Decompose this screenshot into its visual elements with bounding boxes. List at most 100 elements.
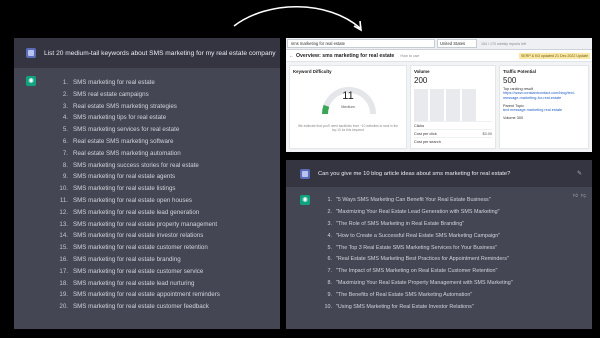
list-item-text: "The Impact of SMS Marketing on Real Est… xyxy=(336,268,498,275)
list-item-text: "Maximizing Your Real Estate Property Ma… xyxy=(336,280,513,287)
back-arrow-icon[interactable]: ← xyxy=(289,53,294,59)
list-item: 8. "Maximizing Your Real Estate Property … xyxy=(320,278,513,290)
list-item-number: 12. xyxy=(59,208,68,216)
keyword-search-input[interactable]: sms marketing for real estate xyxy=(287,39,435,48)
list-item-text: SMS marketing for real estate agents xyxy=(73,173,176,181)
list-item: 20. SMS marketing for real estate custome… xyxy=(48,301,220,313)
list-item: 11. SMS marketing for real estate open ho… xyxy=(48,195,220,207)
list-item-number: 13. xyxy=(59,220,68,228)
list-item: 15. SMS marketing for real estate custome… xyxy=(48,242,220,254)
metric-cards: Keyword Difficulty 11 Medium We estimate… xyxy=(286,62,592,152)
list-item-text: SMS marketing services for real estate xyxy=(73,126,180,134)
parent-topic-volume: Volume 300 xyxy=(503,116,524,120)
volume-bar xyxy=(446,89,460,121)
feedback-buttons: 👍︎ 👎︎ xyxy=(573,193,586,199)
list-item: 1. SMS marketing for real estate xyxy=(48,77,220,89)
list-item: 4. "How to Create a Successful Real Estat… xyxy=(320,231,513,243)
pencil-icon[interactable]: ✎ xyxy=(577,170,582,177)
list-item-number: 4. xyxy=(62,114,68,122)
country-select[interactable]: United States xyxy=(437,39,477,48)
list-item-number: 14. xyxy=(59,232,68,240)
keyword-list: 1. SMS marketing for real estate 2. SMS rea… xyxy=(48,77,220,313)
list-item-text: "The Benefits of Real Estate SMS Marketi… xyxy=(336,292,473,299)
list-item: 14. SMS marketing for real estate investo… xyxy=(48,230,220,242)
list-item-text: SMS marketing for real estate customer s… xyxy=(73,267,204,275)
blog-ideas-list: 1. "5 Ways SMS Marketing Can Benefit Your… xyxy=(320,195,513,314)
list-item-number: 11. xyxy=(59,196,68,204)
volume-metric-row: Cost per click $3.00 xyxy=(414,129,492,137)
list-item-number: 20. xyxy=(59,303,68,311)
overview-title: Overview: sms marketing for real estate xyxy=(296,52,395,59)
assistant-answer: ✺ 1. SMS marketing for real estate 2. SMS r… xyxy=(14,68,280,313)
openai-logo-icon: ✺ xyxy=(26,76,36,86)
list-item: 10. SMS marketing for real estate listing… xyxy=(48,183,220,195)
user-prompt-row: Can you give me 10 blog article ideas ab… xyxy=(286,160,592,187)
list-item-text: Real estate SMS marketing software xyxy=(73,137,174,145)
user-avatar xyxy=(300,168,310,179)
kd-note: We estimate that you'll need backlinks f… xyxy=(297,124,399,132)
list-item: 6. "Real Estate SMS Marketing Best Practi… xyxy=(320,254,513,266)
list-item-number: 5. xyxy=(327,244,333,251)
list-item: 3. "The Role of SMS Marketing in Real Est… xyxy=(320,219,513,231)
traffic-potential-card: Traffic Potential 500 Top ranking result… xyxy=(499,65,589,149)
keywords-chat-panel: List 20 medium-tail keywords about SMS m… xyxy=(14,38,280,329)
list-item: 7. Real estate SMS marketing automation xyxy=(48,148,220,160)
list-item-text: SMS marketing for real estate lead nurtu… xyxy=(73,279,195,287)
list-item: 7. "The Impact of SMS Marketing on Real E… xyxy=(320,266,513,278)
seo-tool-panel: sms marketing for real estate United Sta… xyxy=(286,38,592,152)
list-item-text: SMS marketing tips for real estate xyxy=(73,114,167,122)
update-badge[interactable]: SERP & KD updated 21 Dec 2022 Update xyxy=(518,52,590,59)
thumbs-up-icon[interactable]: 👍︎ xyxy=(573,193,578,199)
list-item: 9. "The Benefits of Real Estate SMS Marke… xyxy=(320,290,513,302)
list-item-number: 1. xyxy=(62,79,68,86)
list-item-text: Real estate SMS marketing strategies xyxy=(73,102,177,110)
parent-topic-link[interactable]: text message marketing real estate xyxy=(503,108,585,113)
list-item-number: 18. xyxy=(59,279,68,287)
metric-value: $3.00 xyxy=(482,132,492,136)
list-item: 4. SMS marketing tips for real estate xyxy=(48,112,220,124)
list-item-text: "The Role of SMS Marketing in Real Estat… xyxy=(336,220,465,227)
list-item-number: 9. xyxy=(327,292,333,299)
list-item-number: 19. xyxy=(59,291,68,299)
list-item-number: 2. xyxy=(327,208,333,215)
list-item: 2. "Maximizing Your Real Estate Lead Gene… xyxy=(320,207,513,219)
list-item-text: SMS marketing for real estate lead gener… xyxy=(73,208,200,216)
list-item-text: SMS marketing for real estate appointmen… xyxy=(73,291,220,299)
list-item: 3. Real estate SMS marketing strategies xyxy=(48,101,220,113)
list-item-text: "5 Ways SMS Marketing Can Benefit Your R… xyxy=(336,197,491,203)
top-result-link[interactable]: https://www.constantcontact.com/blog/tex… xyxy=(503,91,585,101)
list-item-text: SMS marketing for real estate customer f… xyxy=(73,303,209,311)
openai-logo-icon: ✺ xyxy=(300,195,310,205)
list-item-text: "The Top 3 Real Estate SMS Marketing Ser… xyxy=(336,244,498,251)
seo-search-bar: sms marketing for real estate United Sta… xyxy=(286,38,592,50)
thumbs-down-icon[interactable]: 👎︎ xyxy=(581,193,586,199)
list-item-number: 4. xyxy=(327,232,333,239)
user-prompt-text: List 20 medium-tail keywords about SMS m… xyxy=(44,49,276,57)
list-item-number: 3. xyxy=(62,102,68,110)
list-item-text: SMS marketing for real estate branding xyxy=(73,255,181,263)
list-item-number: 7. xyxy=(62,149,68,157)
volume-metrics: Clicks Cost per click $3.00 Cost per search xyxy=(414,121,492,145)
list-item-text: "Maximizing Your Real Estate Lead Genera… xyxy=(336,208,500,215)
metric-label: Cost per search xyxy=(414,140,441,144)
list-item-number: 17. xyxy=(59,267,68,275)
user-prompt-text: Can you give me 10 blog article ideas ab… xyxy=(318,170,511,177)
volume-metric-row: Clicks xyxy=(414,121,492,129)
list-item: 5. "The Top 3 Real Estate SMS Marketing S… xyxy=(320,243,513,255)
list-item-number: 8. xyxy=(62,161,68,169)
list-item: 5. SMS marketing services for real estate xyxy=(48,124,220,136)
reports-meta: 154 / 170 weekly reports left xyxy=(481,41,526,46)
list-item: 10. "Using SMS Marketing for Real Estate … xyxy=(320,302,513,314)
blog-ideas-chat-panel: Can you give me 10 blog article ideas ab… xyxy=(286,160,592,329)
volume-value: 200 xyxy=(414,76,428,85)
list-item-text: SMS marketing success stories for real e… xyxy=(73,161,199,169)
kd-value: 11 xyxy=(342,90,354,102)
list-item: 2. SMS real estate campaigns xyxy=(48,89,220,101)
list-item-text: SMS marketing for real estate customer r… xyxy=(73,244,208,252)
list-item-number: 8. xyxy=(327,280,333,287)
list-item-number: 15. xyxy=(59,244,68,252)
list-item: 6. Real estate SMS marketing software xyxy=(48,136,220,148)
user-prompt-row: List 20 medium-tail keywords about SMS m… xyxy=(14,38,280,68)
how-to-use-link[interactable]: How to use xyxy=(400,54,419,58)
list-item-text: SMS real estate campaigns xyxy=(73,90,149,98)
